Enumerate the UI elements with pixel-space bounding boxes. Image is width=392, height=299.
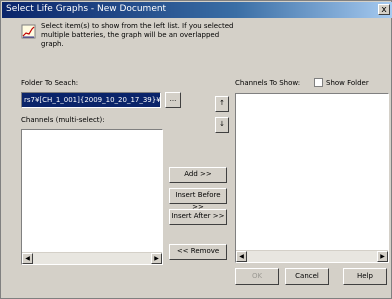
move-up-button[interactable]: ↑ bbox=[215, 96, 229, 112]
ok-button[interactable]: OK bbox=[235, 268, 279, 285]
scroll-left-arrow-icon[interactable]: ◀ bbox=[22, 253, 33, 264]
scroll-right-arrow-icon[interactable]: ▶ bbox=[377, 251, 388, 262]
title-bar[interactable]: Select Life Graphs - New Document x bbox=[2, 2, 392, 18]
show-folder-checkbox[interactable] bbox=[314, 78, 323, 87]
folder-path-field[interactable]: rs7¥[CH_1_001]{2009_10_20_17_39}¥ bbox=[21, 92, 161, 108]
instructions-text: Select item(s) to show from the left lis… bbox=[41, 22, 241, 49]
help-button[interactable]: Help bbox=[343, 268, 387, 285]
remove-button[interactable]: << Remove bbox=[169, 244, 227, 260]
channels-to-show-label: Channels To Show: bbox=[235, 79, 301, 87]
select-life-graphs-dialog: Select Life Graphs - New Document x Sele… bbox=[0, 0, 392, 299]
folder-to-search-label: Folder To Seach: bbox=[21, 79, 79, 87]
folder-path-value: rs7¥[CH_1_001]{2009_10_20_17_39}¥ bbox=[24, 96, 161, 104]
show-list-hscrollbar[interactable]: ◀ ▶ bbox=[236, 250, 388, 262]
channels-list-hscrollbar[interactable]: ◀ ▶ bbox=[22, 252, 162, 264]
cancel-button[interactable]: Cancel bbox=[285, 268, 329, 285]
instructions-line-3: graph. bbox=[41, 40, 64, 48]
browse-button[interactable]: ... bbox=[165, 92, 181, 108]
channels-multiselect-label: Channels (multi-select): bbox=[21, 116, 105, 124]
channels-to-show-list[interactable]: ◀ ▶ bbox=[235, 93, 389, 263]
insert-before-button[interactable]: Insert Before >> bbox=[169, 188, 227, 211]
add-button[interactable]: Add >> bbox=[169, 167, 227, 183]
scroll-left-arrow-icon[interactable]: ◀ bbox=[236, 251, 247, 262]
insert-after-button[interactable]: Insert After >> bbox=[169, 209, 227, 225]
window-title: Select Life Graphs - New Document bbox=[6, 4, 167, 14]
move-down-button[interactable]: ↓ bbox=[215, 117, 229, 133]
instructions-line-1: Select item(s) to show from the left lis… bbox=[41, 22, 234, 30]
graph-document-icon bbox=[21, 24, 36, 39]
show-folder-label: Show Folder bbox=[326, 79, 369, 87]
close-button[interactable]: x bbox=[378, 4, 390, 15]
channels-list[interactable]: ◀ ▶ bbox=[21, 129, 163, 265]
scroll-right-arrow-icon[interactable]: ▶ bbox=[151, 253, 162, 264]
instructions-line-2: multiple batteries, the graph will be an… bbox=[41, 31, 220, 39]
